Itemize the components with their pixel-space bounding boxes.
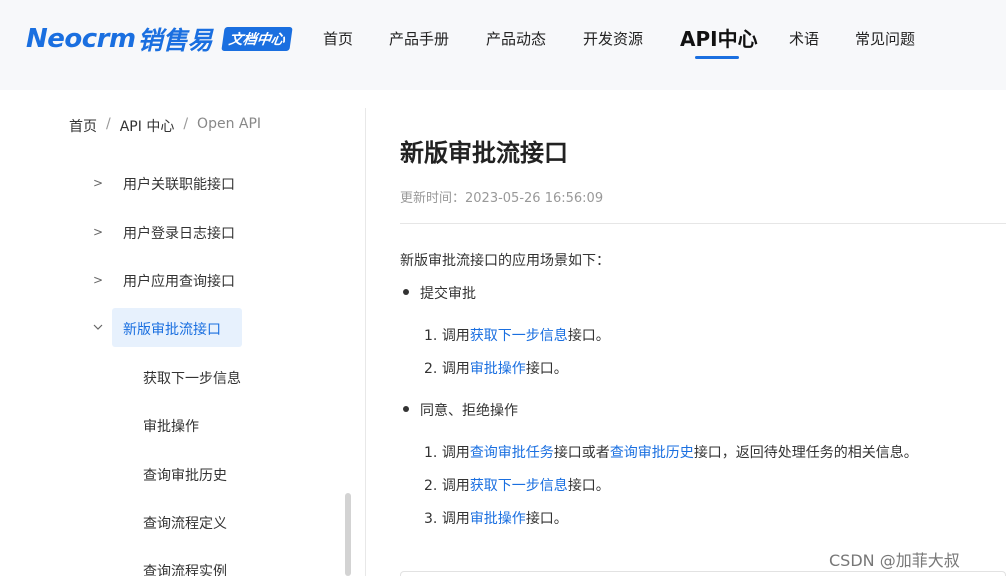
chevron-right-icon[interactable]: > [93, 273, 103, 287]
sidebar-subitem-approval-history[interactable]: 查询审批历史 [143, 465, 227, 485]
sidebar-subitem-next-step[interactable]: 获取下一步信息 [143, 368, 241, 388]
nav-item-home[interactable]: 首页 [323, 0, 353, 90]
list-number: 2. [424, 478, 438, 494]
docs-center-badge: 文档中心 [220, 27, 293, 51]
update-time-label: 更新时间： [400, 191, 466, 206]
logo-wordmark: Neocrm [26, 24, 136, 54]
chevron-down-icon[interactable] [93, 323, 103, 331]
watermark: CSDN @加菲大叔 [829, 551, 960, 570]
breadcrumb-api-center[interactable]: API 中心 [120, 116, 175, 136]
sidebar-item-app-query[interactable]: 用户应用查询接口 [123, 271, 235, 291]
list-item: 1. 调用查询审批任务接口或者查询审批历史接口，返回待处理任务的相关信息。 [424, 442, 918, 462]
breadcrumb-separator: / [183, 116, 189, 132]
chevron-right-icon[interactable]: > [93, 225, 103, 239]
list-number: 1. [424, 328, 438, 344]
list-item: 3. 调用审批操作接口。 [424, 508, 568, 528]
title-divider [400, 223, 1006, 224]
sidebar-item-login-log[interactable]: 用户登录日志接口 [123, 223, 235, 243]
sidebar-item-approval-flow[interactable]: 新版审批流接口 [123, 319, 221, 339]
section-heading-approve-reject: 同意、拒绝操作 [420, 403, 518, 419]
link-approval-op[interactable]: 审批操作 [470, 511, 526, 527]
list-text: 调用 [441, 328, 470, 344]
update-time-value: 2023-05-26 16:56:09 [465, 191, 604, 206]
link-next-step[interactable]: 获取下一步信息 [470, 328, 568, 344]
nav-item-glossary[interactable]: 术语 [789, 0, 819, 90]
list-text: 调用 [441, 511, 470, 527]
chevron-right-icon[interactable]: > [93, 176, 103, 190]
nav-item-faq[interactable]: 常见问题 [855, 0, 915, 90]
update-time: 更新时间：2023-05-26 16:56:09 [400, 187, 603, 206]
list-item: 2. 调用获取下一步信息接口。 [424, 475, 610, 495]
link-next-step[interactable]: 获取下一步信息 [470, 478, 568, 494]
breadcrumb-separator: / [106, 116, 111, 132]
sidebar-divider [365, 108, 366, 576]
nav-active-indicator [695, 56, 739, 59]
nav-item-dev-resources[interactable]: 开发资源 [583, 0, 643, 90]
list-text: 调用 [441, 361, 470, 377]
list-number: 3. [424, 511, 438, 527]
breadcrumb-home[interactable]: 首页 [69, 116, 97, 136]
section-heading-submit: 提交审批 [420, 286, 476, 302]
list-text: 接口。 [567, 478, 610, 494]
breadcrumb: 首页 / API 中心 / Open API [69, 116, 261, 136]
bullet-dot [403, 289, 409, 295]
brand-logo[interactable]: Neocrm 销售易 文档中心 [26, 22, 293, 56]
link-approval-task[interactable]: 查询审批任务 [470, 445, 554, 461]
bullet-dot [403, 406, 409, 412]
sidebar-subitem-flow-instance[interactable]: 查询流程实例 [143, 561, 227, 576]
list-item: 1. 调用获取下一步信息接口。 [424, 325, 610, 345]
list-text: 调用 [441, 445, 470, 461]
list-item: 2. 调用审批操作接口。 [424, 358, 568, 378]
list-number: 2. [424, 361, 438, 377]
sidebar-scrollbar[interactable] [345, 493, 351, 576]
top-header: Neocrm 销售易 文档中心 首页 产品手册 产品动态 开发资源 API中心 … [0, 0, 1006, 90]
intro-text: 新版审批流接口的应用场景如下： [400, 253, 610, 269]
link-approval-history[interactable]: 查询审批历史 [610, 445, 694, 461]
sidebar-item-user-role[interactable]: 用户关联职能接口 [123, 174, 235, 194]
list-text: 接口。 [525, 361, 568, 377]
nav-item-product-manual[interactable]: 产品手册 [389, 0, 449, 90]
logo-chinese-name: 销售易 [137, 26, 213, 55]
list-text: 接口。 [567, 328, 610, 344]
page-title: 新版审批流接口 [400, 139, 568, 167]
sidebar-subitem-approval-op[interactable]: 审批操作 [143, 416, 199, 436]
list-text: 接口或者 [553, 445, 610, 461]
content-box-edge [400, 571, 1006, 576]
list-number: 1. [424, 445, 438, 461]
list-text: 接口，返回待处理任务的相关信息。 [693, 445, 918, 461]
list-text: 接口。 [525, 511, 568, 527]
breadcrumb-open-api: Open API [197, 116, 262, 132]
nav-item-product-news[interactable]: 产品动态 [486, 0, 546, 90]
nav-item-api-center[interactable]: API中心 [680, 0, 758, 90]
list-text: 调用 [441, 478, 470, 494]
sidebar-subitem-flow-definition[interactable]: 查询流程定义 [143, 513, 227, 533]
link-approval-op[interactable]: 审批操作 [470, 361, 526, 377]
